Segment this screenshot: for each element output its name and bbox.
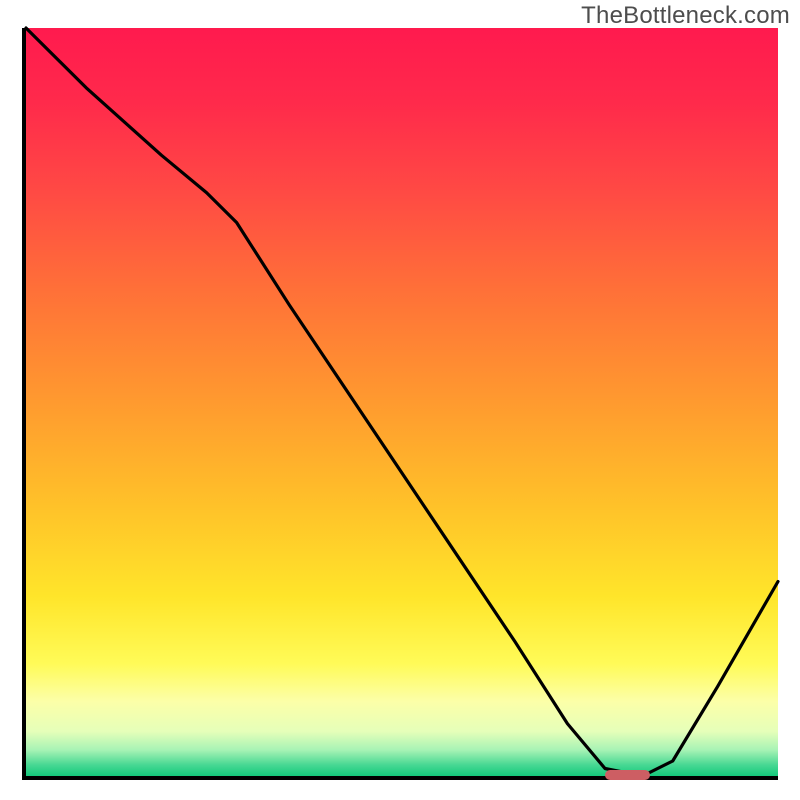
bottleneck-curve: [26, 28, 778, 776]
plot-area: [22, 28, 778, 780]
chart-frame: TheBottleneck.com: [0, 0, 800, 800]
optimal-range-marker: [605, 770, 650, 780]
watermark-text: TheBottleneck.com: [581, 2, 790, 30]
